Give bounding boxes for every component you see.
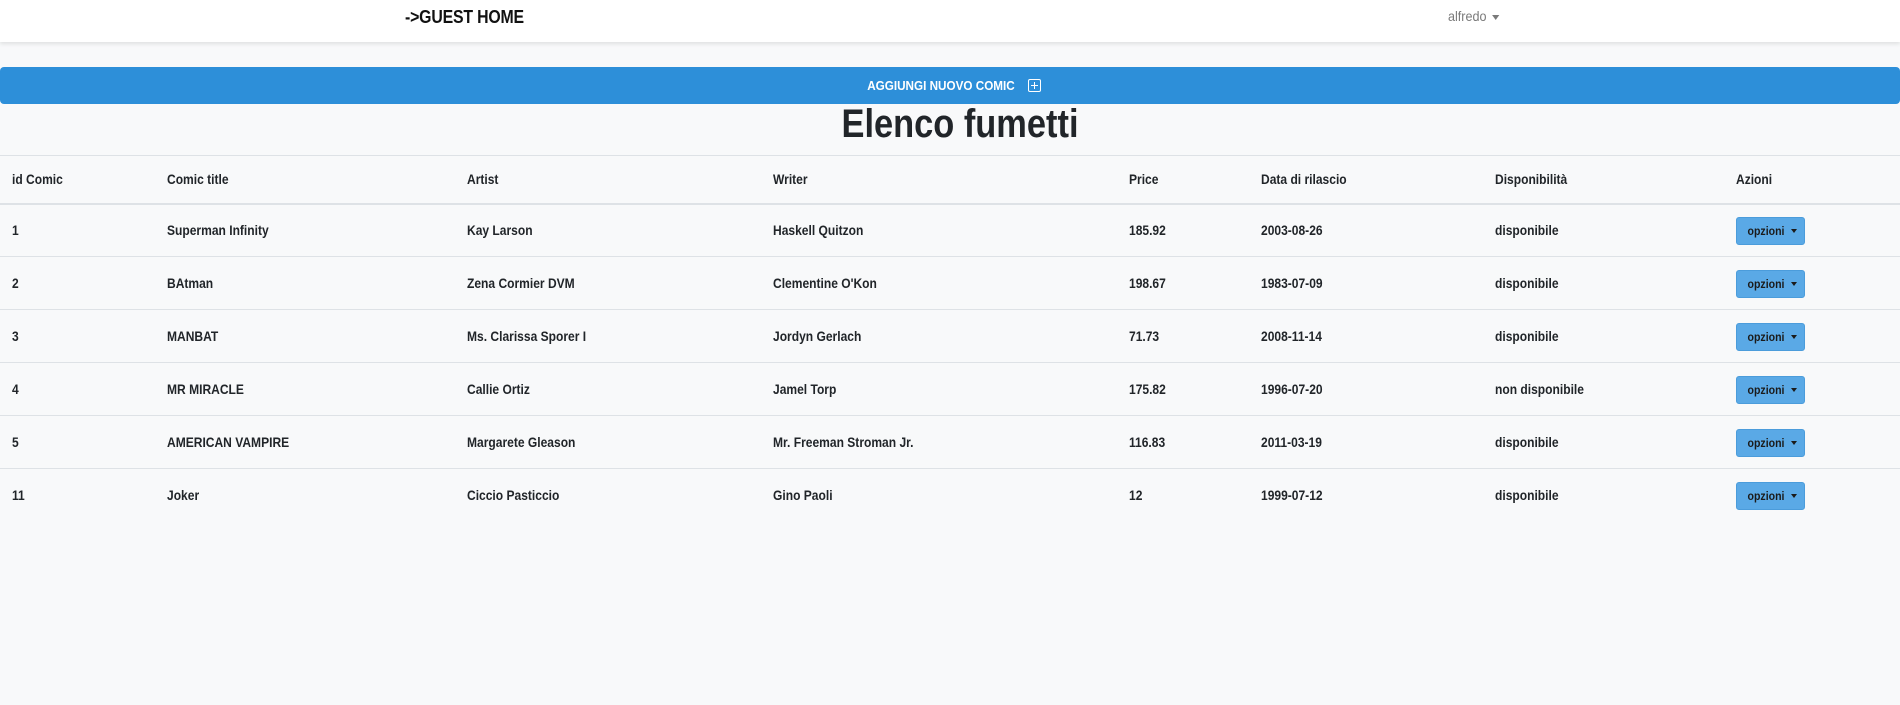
cell-writer: Haskell Quitzon bbox=[773, 222, 864, 239]
cell-artist: Ciccio Pasticcio bbox=[467, 487, 560, 504]
cell-actions: opzioni bbox=[1724, 310, 1900, 363]
caret-down-icon bbox=[1790, 229, 1797, 234]
cell-artist: Margarete Gleason bbox=[467, 434, 576, 450]
cell-writer: Mr. Freeman Stroman Jr. bbox=[773, 434, 914, 450]
cell-price: 116.83 bbox=[1129, 434, 1166, 450]
table-row: 11 Joker Ciccio Pasticcio Gino Paoli 12 … bbox=[0, 469, 1900, 522]
add-comic-label: AGGIUNGI NUOVO COMIC bbox=[867, 78, 1015, 93]
cell-availability: disponibile bbox=[1495, 328, 1559, 344]
page-title: Elenco fumetti bbox=[841, 102, 1079, 146]
header-row: id Comic Comic title Artist Writer Price… bbox=[0, 155, 1900, 204]
add-comic-button[interactable]: AGGIUNGI NUOVO COMIC bbox=[0, 67, 1900, 104]
cell-writer: Jamel Torp bbox=[773, 381, 837, 397]
cell-availability: disponibile bbox=[1495, 434, 1559, 450]
cell-actions: opzioni bbox=[1724, 257, 1900, 310]
cell-title: BAtman bbox=[167, 275, 214, 291]
cell-price: 71.73 bbox=[1129, 328, 1160, 344]
cell-artist: Kay Larson bbox=[467, 222, 533, 239]
cell-title: MANBAT bbox=[167, 328, 219, 344]
cell-price: 185.92 bbox=[1129, 222, 1166, 239]
caret-down-icon bbox=[1790, 388, 1797, 392]
user-menu-toggle[interactable]: alfredo bbox=[1448, 8, 1500, 24]
options-dropdown-button[interactable]: opzioni bbox=[1736, 429, 1805, 457]
cell-actions: opzioni bbox=[1724, 363, 1900, 416]
cell-title: AMERICAN VAMPIRE bbox=[167, 434, 290, 450]
cell-actions: opzioni bbox=[1724, 416, 1900, 469]
table-row: 1 Superman Infinity Kay Larson Haskell Q… bbox=[0, 204, 1900, 257]
options-dropdown-button[interactable]: opzioni bbox=[1736, 376, 1805, 404]
options-dropdown-button[interactable]: opzioni bbox=[1736, 482, 1805, 511]
cell-release-date: 2008-11-14 bbox=[1261, 328, 1322, 344]
cell-writer: Clementine O'Kon bbox=[773, 275, 877, 291]
cell-release-date: 1999-07-12 bbox=[1261, 487, 1323, 504]
options-dropdown-button[interactable]: opzioni bbox=[1736, 217, 1805, 246]
plus-square-icon bbox=[1027, 79, 1041, 92]
table-header: id Comic Comic title Artist Writer Price… bbox=[0, 155, 1900, 204]
caret-down-icon bbox=[1491, 14, 1500, 20]
user-name: alfredo bbox=[1448, 8, 1487, 24]
options-dropdown-button[interactable]: opzioni bbox=[1736, 270, 1805, 298]
cell-id: 3 bbox=[12, 328, 19, 344]
table-row: 5 AMERICAN VAMPIRE Margarete Gleason Mr.… bbox=[0, 416, 1900, 469]
cell-availability: disponibile bbox=[1495, 222, 1559, 239]
cell-writer: Gino Paoli bbox=[773, 487, 833, 504]
cell-artist: Callie Ortiz bbox=[467, 381, 530, 397]
header-artist: Artist bbox=[467, 171, 499, 188]
header-writer: Writer bbox=[773, 171, 808, 188]
comics-table: id Comic Comic title Artist Writer Price… bbox=[0, 155, 1900, 522]
caret-down-icon bbox=[1790, 441, 1797, 445]
cell-actions: opzioni bbox=[1724, 469, 1900, 522]
cell-id: 4 bbox=[12, 381, 19, 397]
caret-down-icon bbox=[1790, 335, 1797, 339]
cell-id: 2 bbox=[12, 275, 19, 291]
cell-availability: disponibile bbox=[1495, 487, 1559, 504]
cell-id: 11 bbox=[12, 487, 25, 504]
cell-artist: Ms. Clarissa Sporer I bbox=[467, 328, 587, 344]
options-dropdown-button[interactable]: opzioni bbox=[1736, 323, 1805, 351]
header-title: Comic title bbox=[167, 171, 229, 188]
caret-down-icon bbox=[1790, 282, 1797, 286]
guest-home-link[interactable]: ->GUEST HOME bbox=[405, 7, 524, 28]
cell-id: 1 bbox=[12, 222, 19, 239]
cell-release-date: 1983-07-09 bbox=[1261, 275, 1323, 291]
table-row: 3 MANBAT Ms. Clarissa Sporer I Jordyn Ge… bbox=[0, 310, 1900, 363]
cell-writer: Jordyn Gerlach bbox=[773, 328, 862, 344]
header-actions: Azioni bbox=[1736, 171, 1773, 188]
cell-title: MR MIRACLE bbox=[167, 381, 244, 397]
cell-title: Joker bbox=[167, 487, 200, 504]
caret-down-icon bbox=[1790, 494, 1797, 499]
cell-availability: non disponibile bbox=[1495, 381, 1584, 397]
cell-price: 175.82 bbox=[1129, 381, 1166, 397]
top-navbar: ->GUEST HOME alfredo bbox=[0, 0, 1900, 42]
header-price: Price bbox=[1129, 171, 1159, 188]
cell-price: 12 bbox=[1129, 487, 1143, 504]
cell-title: Superman Infinity bbox=[167, 222, 269, 239]
table-body: 1 Superman Infinity Kay Larson Haskell Q… bbox=[0, 204, 1900, 522]
header-id: id Comic bbox=[12, 171, 63, 188]
cell-release-date: 2003-08-26 bbox=[1261, 222, 1323, 239]
cell-artist: Zena Cormier DVM bbox=[467, 275, 575, 291]
cell-actions: opzioni bbox=[1724, 204, 1900, 257]
cell-release-date: 2011-03-19 bbox=[1261, 434, 1322, 450]
cell-release-date: 1996-07-20 bbox=[1261, 381, 1323, 397]
table-row: 2 BAtman Zena Cormier DVM Clementine O'K… bbox=[0, 257, 1900, 310]
comics-table-container: id Comic Comic title Artist Writer Price… bbox=[0, 155, 1900, 522]
cell-id: 5 bbox=[12, 434, 19, 450]
header-availability: Disponibilità bbox=[1495, 171, 1568, 188]
table-row: 4 MR MIRACLE Callie Ortiz Jamel Torp 175… bbox=[0, 363, 1900, 416]
header-release-date: Data di rilascio bbox=[1261, 171, 1347, 188]
cell-price: 198.67 bbox=[1129, 275, 1166, 291]
cell-availability: disponibile bbox=[1495, 275, 1559, 291]
